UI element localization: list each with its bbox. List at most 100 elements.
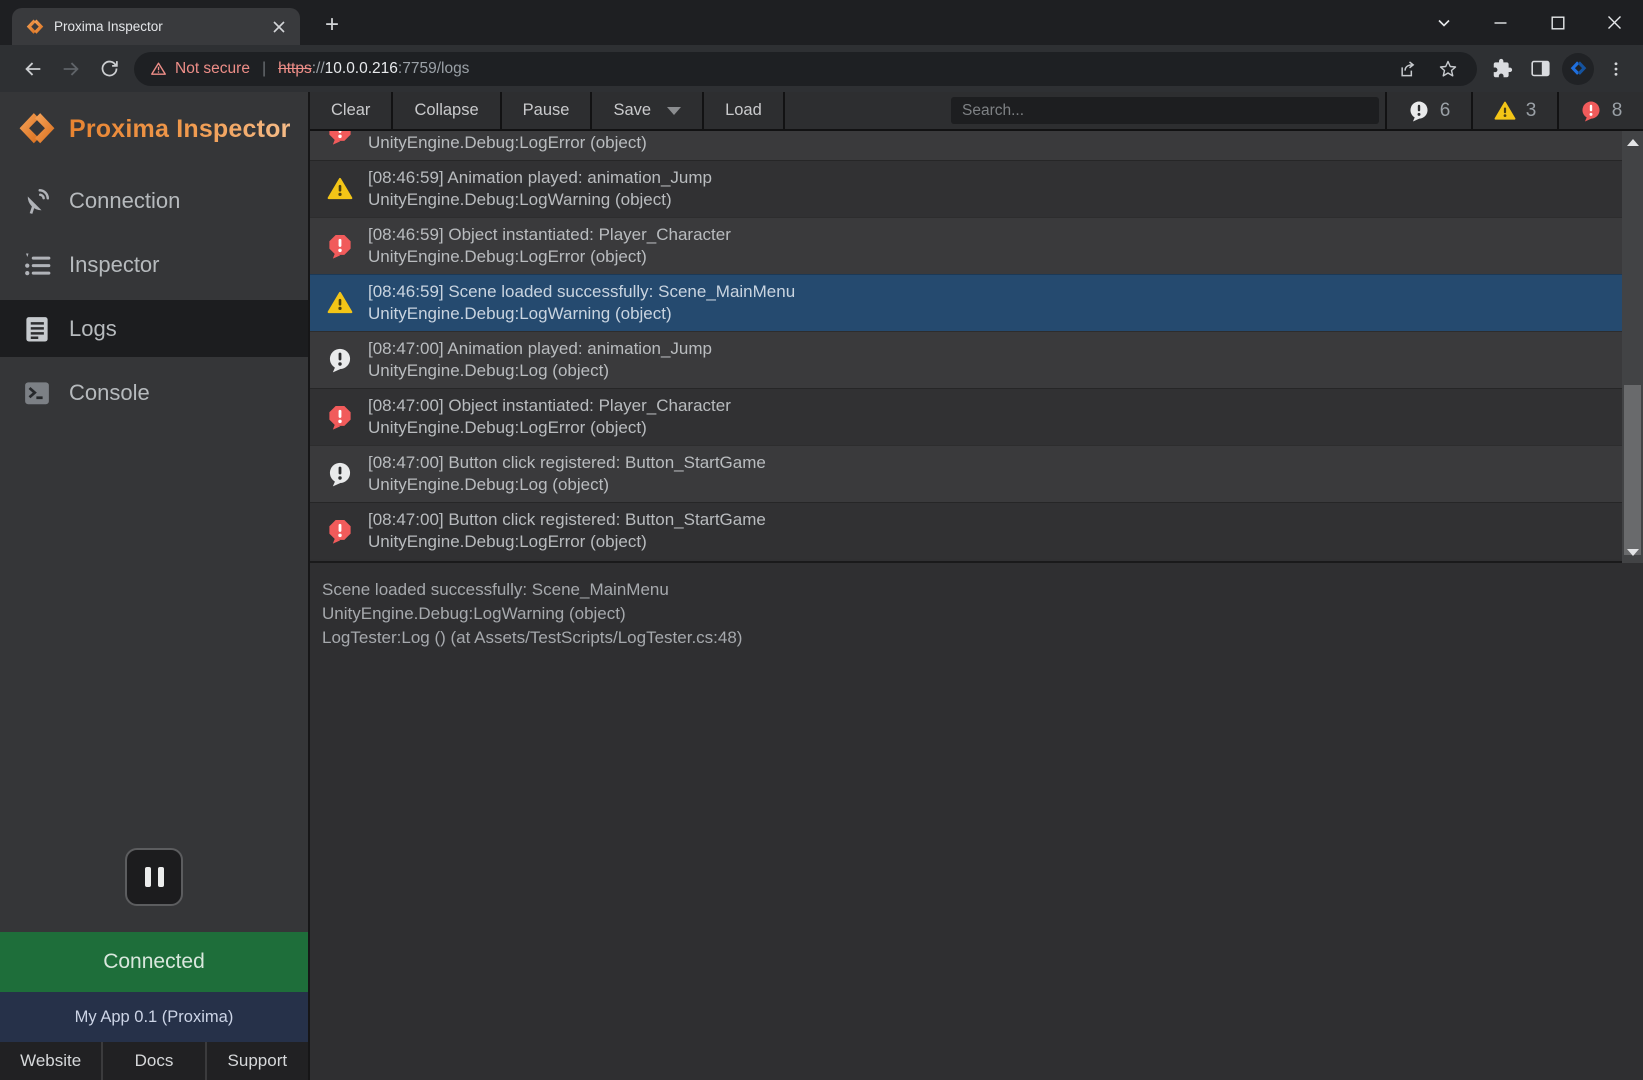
log-message: [08:47:00] Animation played: animation_J… <box>368 338 712 361</box>
sidebar-item-connection[interactable]: Connection <box>0 172 308 229</box>
error-bubble-icon <box>1580 100 1602 122</box>
terminal-icon <box>22 378 52 408</box>
log-message: [08:46:59] Object instantiated: Player_C… <box>368 224 731 247</box>
error-icon <box>327 131 353 145</box>
sidebar-item-console[interactable]: Console <box>0 364 308 421</box>
sidebar-footer: Website Docs Support <box>0 1042 308 1080</box>
info-count-badge[interactable]: 6 <box>1387 92 1471 129</box>
detail-stack-line: UnityEngine.Debug:LogWarning (object) <box>322 602 1623 626</box>
log-stacktrace: UnityEngine.Debug:LogError (object) <box>368 246 731 269</box>
log-stacktrace: UnityEngine.Debug:LogError (object) <box>368 531 766 554</box>
log-list: UnityEngine.Debug:LogError (object) [08:… <box>310 131 1643 563</box>
page-url: https://10.0.0.216:7759/logs <box>278 60 469 78</box>
clear-button[interactable]: Clear <box>310 92 391 129</box>
log-message: [08:47:00] Button click registered: Butt… <box>368 509 766 532</box>
log-list-scrollbar <box>1622 131 1643 563</box>
browser-window: Proxima Inspector + <box>0 0 1643 1080</box>
log-message: [08:47:00] Object instantiated: Player_C… <box>368 395 731 418</box>
close-window-button[interactable] <box>1586 0 1643 45</box>
new-tab-button[interactable]: + <box>316 10 348 40</box>
error-icon <box>327 233 353 259</box>
log-stacktrace: UnityEngine.Debug:Log (object) <box>368 360 712 383</box>
log-row[interactable]: [08:47:00] Object instantiated: Player_C… <box>310 388 1643 445</box>
error-icon <box>327 518 353 544</box>
log-message: [08:46:59] Animation played: animation_J… <box>368 167 712 190</box>
tab-close-icon[interactable] <box>268 16 290 38</box>
minimize-button[interactable] <box>1472 0 1529 45</box>
address-bar[interactable]: Not secure | https://10.0.0.216:7759/log… <box>134 52 1477 86</box>
sidebar: Proxima Inspector Connection <box>0 92 310 1080</box>
scroll-down-icon[interactable] <box>1622 543 1643 561</box>
satellite-dish-icon <box>22 186 52 216</box>
docs-link[interactable]: Docs <box>101 1042 204 1080</box>
scroll-up-icon[interactable] <box>1622 133 1643 151</box>
log-stacktrace: UnityEngine.Debug:LogWarning (object) <box>368 303 795 326</box>
pause-logs-button[interactable]: Pause <box>502 92 591 129</box>
not-secure-warning-icon <box>150 60 167 77</box>
search-input[interactable] <box>951 97 1379 124</box>
info-icon <box>327 461 353 487</box>
tab-search-chevron-icon[interactable] <box>1415 0 1472 45</box>
warning-icon <box>327 290 353 316</box>
log-row[interactable]: [08:46:59] Animation played: animation_J… <box>310 160 1643 217</box>
log-row[interactable]: UnityEngine.Debug:LogError (object) <box>310 131 1643 160</box>
save-button[interactable]: Save <box>592 92 702 129</box>
profile-avatar[interactable] <box>1559 50 1597 88</box>
log-message: [08:47:00] Button click registered: Butt… <box>368 452 766 475</box>
error-icon <box>327 404 353 430</box>
browser-tab[interactable]: Proxima Inspector <box>12 8 300 45</box>
maximize-button[interactable] <box>1529 0 1586 45</box>
warning-count-badge[interactable]: 3 <box>1473 92 1557 129</box>
log-row[interactable]: [08:47:00] Button click registered: Butt… <box>310 502 1643 559</box>
sidebar-item-inspector[interactable]: Inspector <box>0 236 308 293</box>
info-icon <box>327 347 353 373</box>
url-divider: | <box>262 60 266 78</box>
tab-strip: Proxima Inspector + <box>0 0 1643 45</box>
log-detail-pane: Scene loaded successfully: Scene_MainMen… <box>310 565 1643 650</box>
connection-status-badge: Connected <box>0 932 308 992</box>
address-toolbar: Not secure | https://10.0.0.216:7759/log… <box>0 45 1643 92</box>
log-stacktrace: UnityEngine.Debug:LogError (object) <box>368 132 647 155</box>
sidebar-item-label: Logs <box>69 316 117 342</box>
side-panel-icon[interactable] <box>1521 50 1559 88</box>
tab-title: Proxima Inspector <box>54 19 258 34</box>
bookmark-star-icon[interactable] <box>1431 54 1465 84</box>
share-icon[interactable] <box>1391 54 1425 84</box>
log-document-icon <box>22 314 52 344</box>
scrollbar-thumb[interactable] <box>1624 385 1641 555</box>
forward-button[interactable] <box>52 50 90 88</box>
log-row[interactable]: [08:47:00] Button click registered: Butt… <box>310 445 1643 502</box>
website-link[interactable]: Website <box>0 1042 101 1080</box>
detail-stack-line: LogTester:Log () (at Assets/TestScripts/… <box>322 626 1623 650</box>
error-count-badge[interactable]: 8 <box>1559 92 1643 129</box>
pause-updates-button[interactable] <box>125 848 183 906</box>
app-title: Proxima Inspector <box>69 115 291 144</box>
hierarchy-list-icon <box>22 250 52 280</box>
proxima-blue-diamond-icon <box>1570 60 1587 77</box>
support-link[interactable]: Support <box>205 1042 308 1080</box>
search-cell <box>785 92 1385 129</box>
warning-icon <box>327 176 353 202</box>
proxima-logo-icon <box>18 110 56 148</box>
window-controls <box>1415 0 1643 45</box>
log-row[interactable]: [08:46:59] Scene loaded successfully: Sc… <box>310 274 1643 331</box>
log-row[interactable]: [08:46:59] Object instantiated: Player_C… <box>310 217 1643 274</box>
load-button[interactable]: Load <box>704 92 783 129</box>
log-row[interactable]: [08:47:00] Animation played: animation_J… <box>310 331 1643 388</box>
sidebar-item-logs[interactable]: Logs <box>0 300 308 357</box>
collapse-button[interactable]: Collapse <box>393 92 499 129</box>
extensions-puzzle-icon[interactable] <box>1483 50 1521 88</box>
log-stacktrace: UnityEngine.Debug:LogWarning (object) <box>368 189 712 212</box>
pause-icon <box>145 867 151 887</box>
reload-button[interactable] <box>90 50 128 88</box>
save-dropdown-icon[interactable] <box>667 107 681 115</box>
log-stacktrace: UnityEngine.Debug:LogError (object) <box>368 417 731 440</box>
back-button[interactable] <box>14 50 52 88</box>
browser-menu-icon[interactable] <box>1597 50 1635 88</box>
detail-message: Scene loaded successfully: Scene_MainMen… <box>322 578 1623 602</box>
url-scheme: https <box>278 60 312 77</box>
log-stacktrace: UnityEngine.Debug:Log (object) <box>368 474 766 497</box>
app-logo: Proxima Inspector <box>0 92 308 158</box>
connected-app-label: My App 0.1 (Proxima) <box>0 992 308 1042</box>
logs-page: Clear Collapse Pause Save Load 6 <box>310 92 1643 1080</box>
